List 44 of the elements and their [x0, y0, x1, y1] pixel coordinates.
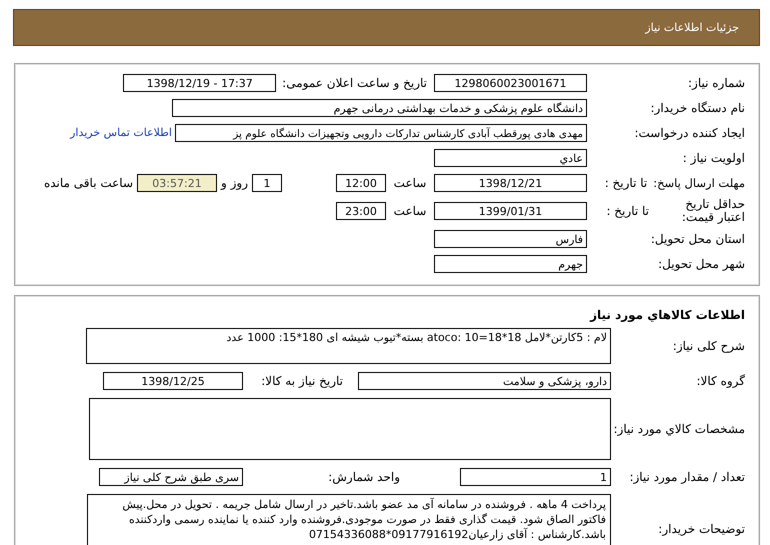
- field-label: شهر محل تحویل:: [657, 256, 746, 270]
- contact-info-link[interactable]: اطلاعات تماس خریدار: [70, 126, 172, 139]
- field-label: تا تاریخ :: [606, 204, 649, 218]
- page-title: جزئیات اطلاعات نیاز: [645, 21, 739, 34]
- need-date-field: 1398/12/25: [103, 372, 243, 390]
- field-label: تعداد / مقدار مورد نیاز:: [628, 470, 746, 484]
- field-label: واحد شمارش:: [327, 470, 401, 484]
- field-label: نام دستگاه خریدار:: [650, 100, 746, 114]
- field-label: حداقل تاریخ اعتبار قیمت:: [680, 198, 746, 224]
- field-label: تا تاریخ :: [604, 176, 648, 190]
- field-label: استان محل تحویل:: [650, 232, 746, 246]
- announce-date-field: 1398/12/19 - 17:37: [123, 74, 276, 92]
- field-label: ساعت: [392, 176, 428, 190]
- deadline-date-field: 1398/12/21: [434, 174, 587, 192]
- field-label: گروه کالا:: [696, 374, 746, 388]
- section-title: اطلاعات کالاهاي مورد نیاز: [588, 307, 746, 324]
- field-label: تاریخ نیاز به کالا:: [260, 374, 344, 388]
- field-label: مهلت ارسال پاسخ:: [653, 176, 746, 190]
- field-label: ساعت باقی مانده: [42, 176, 134, 190]
- field-label: شماره نیاز:: [687, 76, 746, 90]
- unit-field: سری طبق شرح کلی نیاز: [99, 468, 243, 486]
- city-field: جهرم: [434, 254, 587, 272]
- quantity-field: 1: [460, 468, 611, 486]
- field-label: شرح کلی نیاز:: [672, 339, 746, 353]
- field-label: مشخصات کالاي مورد نیاز:: [612, 422, 746, 436]
- days-field: 1: [252, 174, 282, 192]
- priority-field: عادي: [434, 148, 587, 166]
- deadline-time-field: 12:00: [336, 174, 386, 192]
- field-label: ساعت: [392, 204, 428, 218]
- need-number-field: 1298060023001671: [434, 74, 587, 92]
- province-field: فارس: [434, 230, 587, 248]
- field-label: تاریخ و ساعت اعلان عمومی:: [281, 76, 428, 90]
- creator-field: مهدی هادی پورقطب آبادی کارشناس تدارکات دارویی وتجهیزات دانشگاه علوم پز: [175, 124, 587, 142]
- field-label: اولویت نیاز :: [682, 150, 746, 164]
- goods-group-field: دارو، پزشکی و سلامت: [358, 372, 611, 390]
- field-label: روز و: [220, 176, 249, 190]
- remaining-time-field: 03:57:21: [137, 174, 217, 192]
- field-label: توضیحات خریدار:: [657, 522, 746, 536]
- buyer-notes-field: پرداخت 4 ماهه . فروشنده در سامانه آی مد عضو باشد.تاخیر در ارسال شامل جریمه . تحویل در محل.پیش فاکتور الصاق شود. قیمت گذاری فقط در صورت موجودی.فروشنده وارد کننده یا نماینده رسمی واردکننده باشد.کارشناس : آقای زارعیان09177916192*07154336088: [87, 494, 611, 545]
- description-field: لام : 5کارتن*لامل 18*18=10 :atoco بسته*تیوب شیشه ای 180*15: 1000 عدد: [86, 328, 611, 364]
- field-label: ایجاد کننده درخواست:: [633, 126, 746, 140]
- validity-date-field: 1399/01/31: [434, 202, 587, 220]
- validity-time-field: 23:00: [336, 202, 386, 220]
- buyer-name-field: دانشگاه علوم پزشکی و خدمات بهداشتی درمانی جهرم: [172, 98, 587, 116]
